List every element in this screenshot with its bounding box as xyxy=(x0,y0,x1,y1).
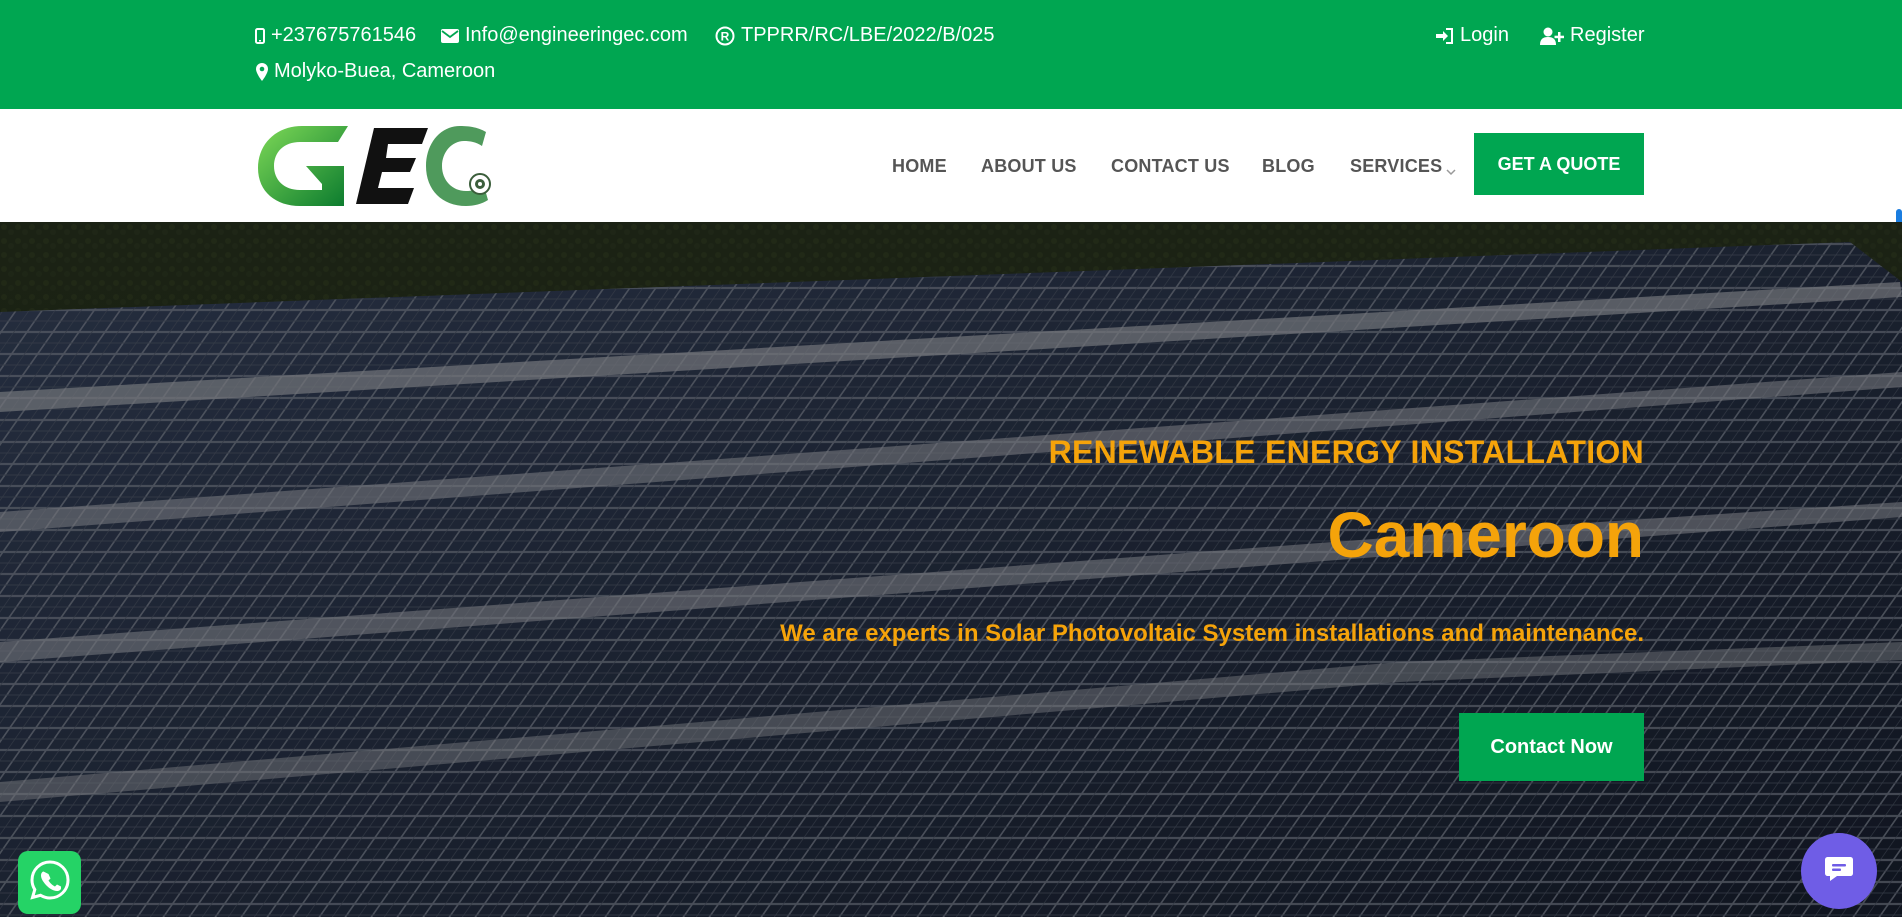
location-text: Molyko-Buea, Cameroon xyxy=(274,60,496,82)
mobile-phone-icon xyxy=(255,27,265,44)
registration-number: TPPRR/RC/LBE/2022/B/025 xyxy=(741,24,995,46)
contact-now-button[interactable]: Contact Now xyxy=(1459,713,1644,781)
nav-about-us[interactable]: ABOUT US xyxy=(981,156,1077,177)
nav-services[interactable]: SERVICES xyxy=(1350,156,1442,177)
hero-description: We are experts in Solar Photovoltaic Sys… xyxy=(780,620,1644,647)
nav-home[interactable]: HOME xyxy=(892,156,947,177)
phone-contact[interactable]: +237675761546 xyxy=(255,24,416,47)
register-link[interactable]: Register xyxy=(1540,24,1644,47)
login-label: Login xyxy=(1460,24,1509,46)
svg-text:R: R xyxy=(721,29,730,43)
main-navbar: HOME ABOUT US CONTACT US BLOG SERVICES G… xyxy=(0,109,1902,267)
location-info: Molyko-Buea, Cameroon xyxy=(256,60,495,83)
user-plus-icon xyxy=(1540,27,1564,45)
login-link[interactable]: Login xyxy=(1436,24,1509,47)
chat-bubble-icon xyxy=(1824,855,1854,888)
whatsapp-icon xyxy=(29,859,71,906)
hero-subtitle: RENEWABLE ENERGY INSTALLATION xyxy=(1048,434,1644,470)
chat-widget-button[interactable] xyxy=(1801,833,1877,909)
nav-blog[interactable]: BLOG xyxy=(1262,156,1315,177)
top-contact-bar: +237675761546 Info@engineeringec.com R T… xyxy=(0,0,1902,109)
envelope-icon xyxy=(441,28,459,43)
phone-number: +237675761546 xyxy=(271,24,417,46)
nav-contact-us[interactable]: CONTACT US xyxy=(1111,156,1230,177)
registration-info: R TPPRR/RC/LBE/2022/B/025 xyxy=(715,24,994,47)
get-a-quote-button[interactable]: GET A QUOTE xyxy=(1474,133,1644,195)
map-marker-icon xyxy=(256,62,268,81)
email-contact[interactable]: Info@engineeringec.com xyxy=(441,24,688,47)
hero-title: Cameroon xyxy=(1327,499,1645,571)
registered-icon: R xyxy=(715,26,735,46)
email-address: Info@engineeringec.com xyxy=(465,24,688,46)
register-label: Register xyxy=(1570,24,1645,46)
chevron-down-icon[interactable] xyxy=(1446,163,1456,181)
company-logo[interactable] xyxy=(256,124,496,208)
whatsapp-button[interactable] xyxy=(18,851,81,914)
sign-in-icon xyxy=(1436,27,1454,44)
hero-banner: RENEWABLE ENERGY INSTALLATION Cameroon W… xyxy=(0,222,1902,917)
